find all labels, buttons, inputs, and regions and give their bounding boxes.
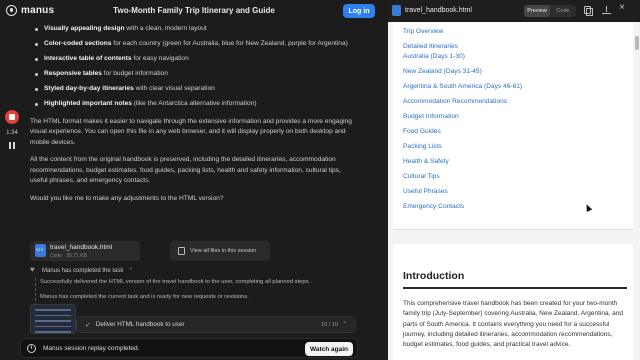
playback-time: 1:34 (6, 130, 18, 136)
tab-preview[interactable]: Preview (524, 5, 550, 17)
message-paragraph: Would you like me to make any adjustment… (30, 194, 224, 202)
close-icon[interactable]: × (619, 3, 628, 13)
file-name: travel_handbook.html (50, 244, 113, 251)
table-of-contents: Trip Overview Detailed Itineraries Austr… (393, 22, 633, 230)
heart-icon (30, 265, 37, 274)
task-status[interactable]: Manus has completed the task ⌃ (30, 265, 134, 275)
toc-link[interactable]: Australia (Days 1-30) (403, 53, 465, 60)
replay-banner: i Manus session replay completed. Watch … (20, 338, 358, 358)
list-item: Highlighted important notes (like the An… (30, 99, 360, 110)
task-progress-bar[interactable]: ✓ Deliver HTML handbook to user 10 / 10 … (76, 316, 356, 333)
replay-thumbnail[interactable] (30, 304, 76, 334)
feature-text: with clear visual separation (133, 85, 215, 92)
file-meta: Code · 35.71 KB (50, 253, 87, 259)
heading-divider (403, 287, 627, 289)
info-icon: i (27, 344, 36, 353)
viewer-toolbar: travel_handbook.html Preview Code × (388, 0, 640, 22)
feature-bold: Responsive tables (44, 70, 102, 77)
toc-link[interactable]: Useful Phrases (403, 188, 448, 195)
message-paragraph: The HTML format makes it easier to navig… (30, 117, 352, 146)
copy-icon[interactable] (584, 6, 593, 16)
tab-code[interactable]: Code (550, 5, 576, 17)
pause-icon[interactable] (9, 142, 15, 149)
view-mode-toggle: Preview Code (524, 5, 576, 17)
list-item: Visually appealing design with a clean, … (30, 24, 360, 35)
file-code-icon (392, 5, 401, 16)
list-item: Styled day-by-day itineraries with clear… (30, 84, 360, 95)
view-all-files-button[interactable]: View all files in this session (170, 241, 270, 261)
viewer-file-name: travel_handbook.html (405, 7, 472, 14)
section-paragraph: This comprehensive travel handbook has b… (403, 300, 624, 349)
intro-section: Introduction This comprehensive travel h… (393, 244, 633, 360)
message-paragraph: All the content from the original handbo… (30, 156, 341, 184)
task-step-label: Deliver HTML handbook to user (95, 321, 185, 328)
task-title: Two-Month Family Trip Itinerary and Guid… (113, 6, 275, 15)
feature-text: for easy navigation (131, 55, 189, 62)
chevron-up-icon[interactable]: ⌃ (342, 321, 347, 328)
toc-link[interactable]: Emergency Contacts (403, 203, 464, 210)
top-bar: manus Two-Month Family Trip Itinerary an… (0, 0, 388, 22)
document-icon (178, 247, 185, 255)
timeline-step: Manus has completed the current task and… (40, 294, 249, 300)
watch-again-button[interactable]: Watch again (305, 342, 353, 356)
file-code-icon (35, 244, 46, 257)
feature-text: for each country (green for Australia, b… (111, 40, 348, 47)
assistant-message: Visually appealing design with a clean, … (30, 24, 360, 204)
toc-link[interactable]: New Zealand (Days 31-45) (403, 68, 482, 75)
feature-text: with a clean, modern layout (124, 25, 207, 32)
toc-link[interactable]: Accommodation Recommendations (403, 98, 507, 105)
feature-bold: Visually appealing design (44, 25, 125, 32)
list-item: Color-coded sections for each country (g… (30, 39, 360, 50)
feature-bold: Color-coded sections (44, 40, 112, 47)
toc-link[interactable]: Detailed Itineraries (403, 43, 458, 50)
feature-bold: Highlighted important notes (44, 100, 132, 107)
feature-bold: Styled day-by-day itineraries (44, 85, 134, 92)
file-attachment-card[interactable]: travel_handbook.html Code · 35.71 KB (30, 241, 140, 261)
view-all-label: View all files in this session (190, 248, 257, 254)
file-viewer: travel_handbook.html Preview Code × Trip… (388, 0, 640, 360)
list-item: Responsive tables for budget information (30, 69, 360, 80)
toc-link[interactable]: Cultural Tips (403, 173, 440, 180)
toc-link[interactable]: Food Guides (403, 128, 441, 135)
viewer-scrollbar[interactable] (635, 36, 639, 50)
toc-link[interactable]: Budget Information (403, 113, 459, 120)
check-icon: ✓ (85, 321, 91, 329)
download-icon[interactable] (602, 6, 611, 15)
toc-link[interactable]: Health & Safety (403, 158, 449, 165)
playback-controls: 1:34 (4, 110, 20, 149)
login-button[interactable]: Log in (343, 4, 375, 18)
status-text: Manus has completed the task (42, 267, 124, 274)
toc-link[interactable]: Argentina & South America (Days 46-61) (403, 83, 522, 90)
chevron-up-icon: ⌃ (128, 268, 134, 274)
feature-text: for budget information (101, 70, 168, 77)
toc-link[interactable]: Trip Overview (403, 28, 443, 35)
record-stop-icon[interactable] (5, 110, 19, 124)
toc-link[interactable]: Packing Lists (403, 143, 442, 150)
task-step-count: 10 / 10 (321, 321, 338, 328)
list-item: Interactive table of contents for easy n… (30, 54, 360, 65)
feature-text: (like the Antarctica alternative informa… (131, 100, 257, 107)
feature-bold: Interactive table of contents (44, 55, 132, 62)
replay-text: Manus session replay completed. (43, 345, 140, 352)
section-heading: Introduction (403, 270, 465, 282)
chat-pane: manus Two-Month Family Trip Itinerary an… (0, 0, 388, 360)
timeline-step: Successfully delivered the HTML version … (40, 279, 311, 285)
feature-list: Visually appealing design with a clean, … (30, 24, 360, 110)
